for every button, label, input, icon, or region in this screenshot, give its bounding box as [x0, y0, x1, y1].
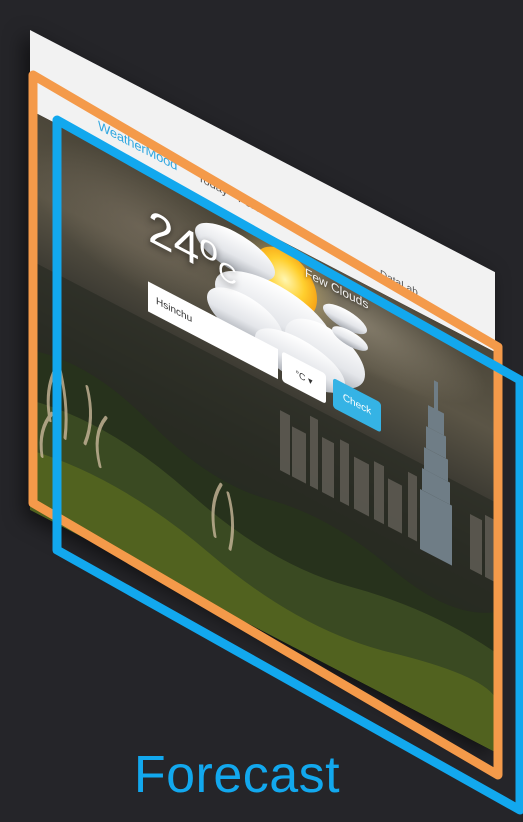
caption-forecast: Forecast — [133, 746, 341, 804]
app-screenshot: WeatherMood Today Forecast DataLab 24oC … — [30, 30, 495, 753]
stage: WeatherMood Today Forecast DataLab 24oC … — [0, 0, 523, 822]
nav-today[interactable]: Today — [198, 171, 227, 198]
